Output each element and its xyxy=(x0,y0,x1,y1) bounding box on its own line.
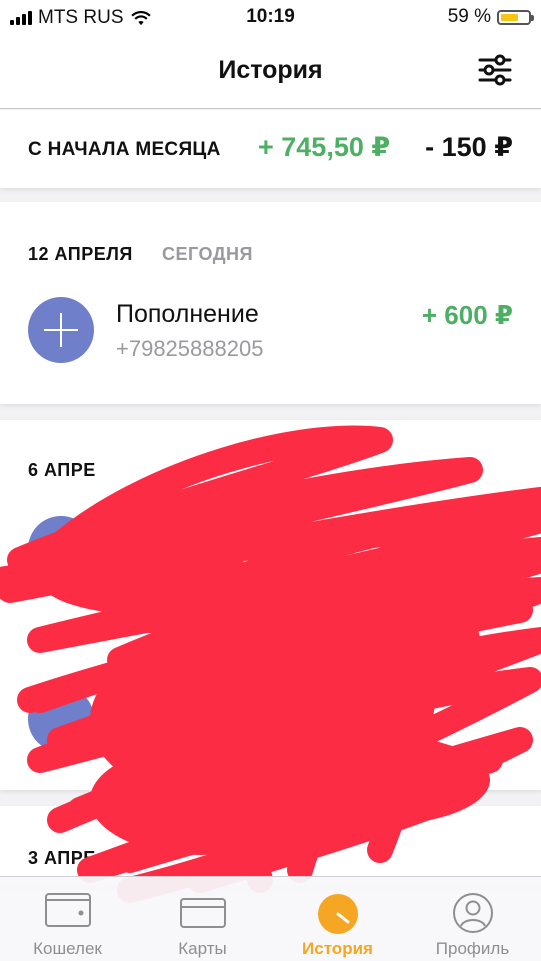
tab-wallet[interactable]: Кошелек xyxy=(0,877,135,961)
battery-icon xyxy=(497,9,534,25)
tab-history[interactable]: История xyxy=(270,877,405,961)
day-relative-label: СЕГОДНЯ xyxy=(162,244,253,264)
navigation-bar: История xyxy=(0,34,541,109)
transaction-phone: +79825888205 xyxy=(116,336,264,361)
day-date: 6 АПРЕ xyxy=(28,460,96,480)
summary-income: + 745,50 ₽ xyxy=(258,132,391,162)
transaction-amount: + 600 ₽ xyxy=(421,300,513,330)
day-date: 12 АПРЕЛЯ xyxy=(28,244,133,264)
tab-label: История xyxy=(302,939,373,958)
history-icon xyxy=(317,894,358,934)
profile-icon xyxy=(452,893,493,933)
tab-bar: Кошелек Карты История Профиль xyxy=(0,876,541,961)
day-date: 3 АПРЕ xyxy=(28,848,96,868)
wallet-icon xyxy=(44,893,91,927)
day-group-3-april: 3 АПРЕ xyxy=(0,806,541,886)
page-title: История xyxy=(218,56,323,84)
cards-icon xyxy=(179,898,226,928)
transaction-icon xyxy=(28,686,94,752)
summary-expense: - 150 ₽ xyxy=(425,132,513,162)
tab-profile[interactable]: Профиль xyxy=(405,877,540,961)
tab-label: Карты xyxy=(178,939,227,958)
day-group-today: 12 АПРЕЛЯ СЕГОДНЯ Пополнение +7982588820… xyxy=(0,202,541,404)
transaction-icon xyxy=(28,516,94,582)
summary-label: С НАЧАЛА МЕСЯЦА xyxy=(28,139,221,160)
tab-label: Профиль xyxy=(435,939,510,958)
status-bar: MTS RUS 10:19 59 % xyxy=(0,0,541,34)
tab-cards[interactable]: Карты xyxy=(135,877,270,961)
battery-percent: 59 % xyxy=(447,6,491,27)
filter-sliders-icon[interactable] xyxy=(477,52,513,88)
plus-icon xyxy=(28,297,94,363)
day-group-6-april: 6 АПРЕ xyxy=(0,420,541,790)
transaction-title: Пополнение xyxy=(116,300,259,328)
tab-label: Кошелек xyxy=(33,939,102,958)
month-summary-card: С НАЧАЛА МЕСЯЦА + 745,50 ₽ - 150 ₽ xyxy=(0,110,541,188)
